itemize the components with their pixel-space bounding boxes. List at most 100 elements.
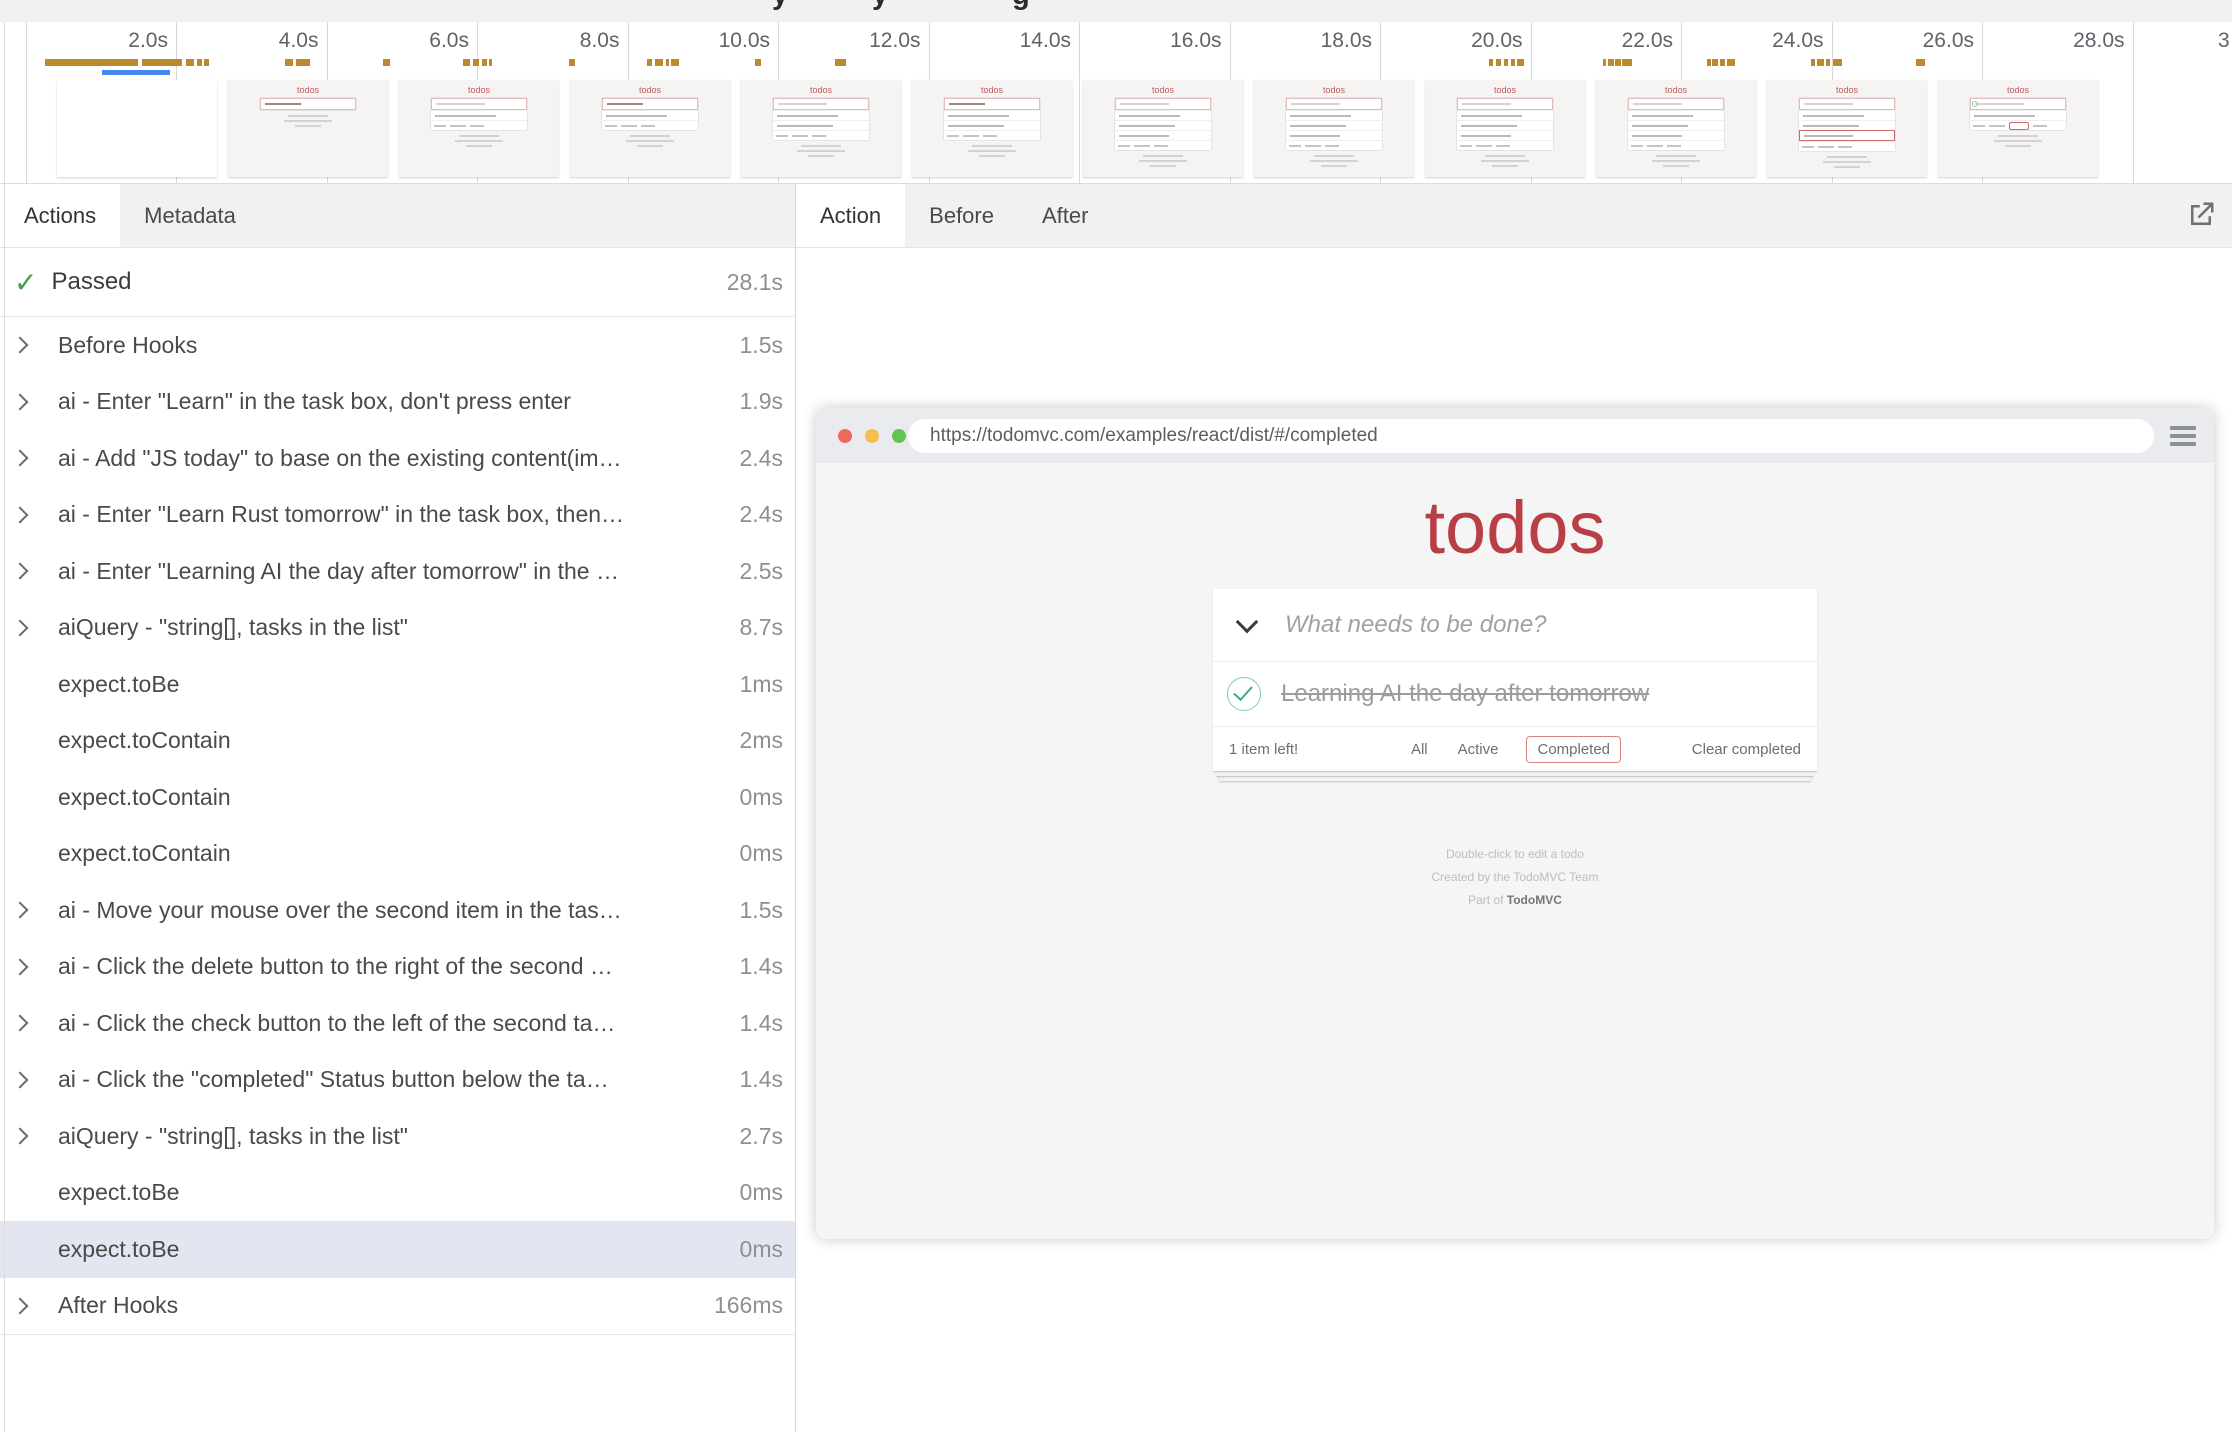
action-row[interactable]: expect.toBe0ms (0, 1221, 795, 1278)
chevron-right-icon[interactable] (12, 902, 29, 919)
action-row[interactable]: ai - Add "JS today" to base on the exist… (0, 430, 795, 487)
todo-checkbox-icon[interactable] (1227, 677, 1261, 711)
thumbnail-card (1115, 98, 1211, 150)
left-tabbar: Actions Metadata (0, 184, 795, 248)
thumbnail-footer (602, 120, 698, 130)
thumbnail-input-text (265, 103, 301, 105)
action-marker (186, 59, 194, 66)
chevron-right-icon[interactable] (12, 619, 29, 636)
thumbnail-info-line (288, 115, 328, 117)
thumbnail-card (944, 98, 1040, 140)
passed-check-icon: ✓ (14, 266, 37, 299)
action-row[interactable]: aiQuery - "string[], tasks in the list"2… (0, 1108, 795, 1165)
action-row[interactable]: aiQuery - "string[], tasks in the list"8… (0, 600, 795, 657)
chevron-right-icon[interactable] (12, 393, 29, 410)
film-thumbnail[interactable]: todos (1938, 80, 2098, 177)
chevron-right-icon[interactable] (12, 563, 29, 580)
chevron-right-icon[interactable] (12, 1128, 29, 1145)
filter-completed[interactable]: Completed (1526, 736, 1621, 763)
tab-before[interactable]: Before (905, 184, 1018, 247)
thumbnail-todo-item (773, 120, 869, 130)
chevron-right-icon[interactable] (12, 506, 29, 523)
thumbnail-todo-item (1286, 120, 1382, 130)
action-duration: 2.4s (740, 501, 783, 528)
tab-action[interactable]: Action (796, 184, 905, 247)
maximize-icon (892, 429, 906, 443)
info-line: Double-click to edit a todo (816, 843, 2214, 866)
popout-icon[interactable] (2186, 200, 2216, 235)
chevron-right-icon[interactable] (12, 1015, 29, 1032)
thumbnail-input-text (1804, 103, 1853, 105)
filter-active[interactable]: Active (1456, 737, 1501, 762)
thumbnail-input-text (1120, 103, 1169, 105)
film-thumbnail[interactable]: todos (912, 80, 1072, 177)
action-label: Before Hooks (58, 332, 728, 359)
thumbnail-input (1799, 98, 1895, 110)
action-row[interactable]: expect.toContain2ms (0, 713, 795, 770)
chevron-right-icon[interactable] (12, 1071, 29, 1088)
chevron-box (14, 904, 58, 916)
film-thumbnail[interactable] (57, 80, 217, 177)
chevron-box (14, 396, 58, 408)
action-row[interactable]: expect.toBe1ms (0, 656, 795, 713)
action-row[interactable]: expect.toContain0ms (0, 769, 795, 826)
thumbnail-item-text (948, 125, 1004, 127)
timeline-tick-label: 10.0s (660, 29, 770, 53)
thumbnail-info-line (1827, 156, 1867, 158)
thumbnail-item-text (777, 125, 833, 127)
action-row[interactable]: After Hooks166ms (0, 1278, 795, 1335)
thumbnail-todo-item (1286, 110, 1382, 120)
tab-actions[interactable]: Actions (0, 184, 120, 247)
film-thumbnail[interactable]: todos (1425, 80, 1585, 177)
action-row[interactable]: ai - Click the check button to the left … (0, 995, 795, 1052)
film-thumbnail[interactable]: todos (1083, 80, 1243, 177)
action-row[interactable]: ai - Click the delete button to the righ… (0, 939, 795, 996)
chevron-right-icon[interactable] (12, 1297, 29, 1314)
action-row[interactable]: expect.toBe0ms (0, 1165, 795, 1222)
action-row[interactable]: expect.toContain0ms (0, 826, 795, 883)
film-thumbnail[interactable]: todos (570, 80, 730, 177)
film-thumbnail[interactable]: todos (1596, 80, 1756, 177)
todo-item: Learning AI the day after tomorrow (1213, 662, 1817, 727)
brand-link[interactable]: TodoMVC (1507, 893, 1562, 907)
thumbnail-todo-item (1799, 110, 1895, 120)
chevron-right-icon[interactable] (12, 450, 29, 467)
action-duration: 8.7s (740, 614, 783, 641)
tab-after[interactable]: After (1018, 184, 1112, 247)
film-thumbnail[interactable]: todos (1767, 80, 1927, 177)
todo-footer: 1 item left! AllActiveCompleted Clear co… (1213, 727, 1817, 771)
film-thumbnail[interactable]: todos (1254, 80, 1414, 177)
todomvc-page: todos What needs to be done? Learning AI… (816, 463, 2214, 1239)
timeline[interactable]: 2.0s4.0s6.0s8.0s10.0s12.0s14.0s16.0s18.0… (0, 22, 2232, 183)
filter-all[interactable]: All (1409, 737, 1430, 762)
thumbnail-todo-item (1628, 130, 1724, 140)
tab-metadata[interactable]: Metadata (120, 184, 260, 247)
film-thumbnail[interactable]: todos (399, 80, 559, 177)
new-todo-input[interactable]: What needs to be done? (1285, 611, 1547, 639)
action-row[interactable]: ai - Enter "Learn Rust tomorrow" in the … (0, 487, 795, 544)
film-thumbnail[interactable]: todos (228, 80, 388, 177)
action-duration: 1.4s (740, 953, 783, 980)
action-row[interactable]: ai - Enter "Learning AI the day after to… (0, 543, 795, 600)
chevron-down-icon[interactable] (1236, 611, 1259, 634)
action-row[interactable]: ai - Click the "completed" Status button… (0, 1052, 795, 1109)
timeline-tick-label: 8.0s (510, 29, 620, 53)
thumbnail-item-text (1632, 135, 1682, 137)
thumbnail-input (431, 98, 527, 110)
action-row[interactable]: ai - Enter "Learn" in the task box, don'… (0, 374, 795, 431)
thumbnail-input-text (607, 103, 643, 105)
chevron-right-icon[interactable] (12, 337, 29, 354)
action-row[interactable]: Before Hooks1.5s (0, 317, 795, 374)
thumbnail-info-line (1139, 160, 1187, 162)
thumbnail-input-text (1291, 103, 1340, 105)
film-thumbnail[interactable]: todos (741, 80, 901, 177)
action-marker (755, 59, 761, 66)
thumbnail-item-text (948, 115, 1009, 117)
action-row[interactable]: ai - Move your mouse over the second ite… (0, 882, 795, 939)
thumbnail-card (1799, 98, 1895, 151)
url-bar: https://todomvc.com/examples/react/dist/… (908, 419, 2154, 453)
thumbnail-item-text (1461, 115, 1522, 117)
thumbnail-todo-item (944, 120, 1040, 130)
chevron-right-icon[interactable] (12, 958, 29, 975)
clear-completed-button[interactable]: Clear completed (1692, 741, 1801, 758)
